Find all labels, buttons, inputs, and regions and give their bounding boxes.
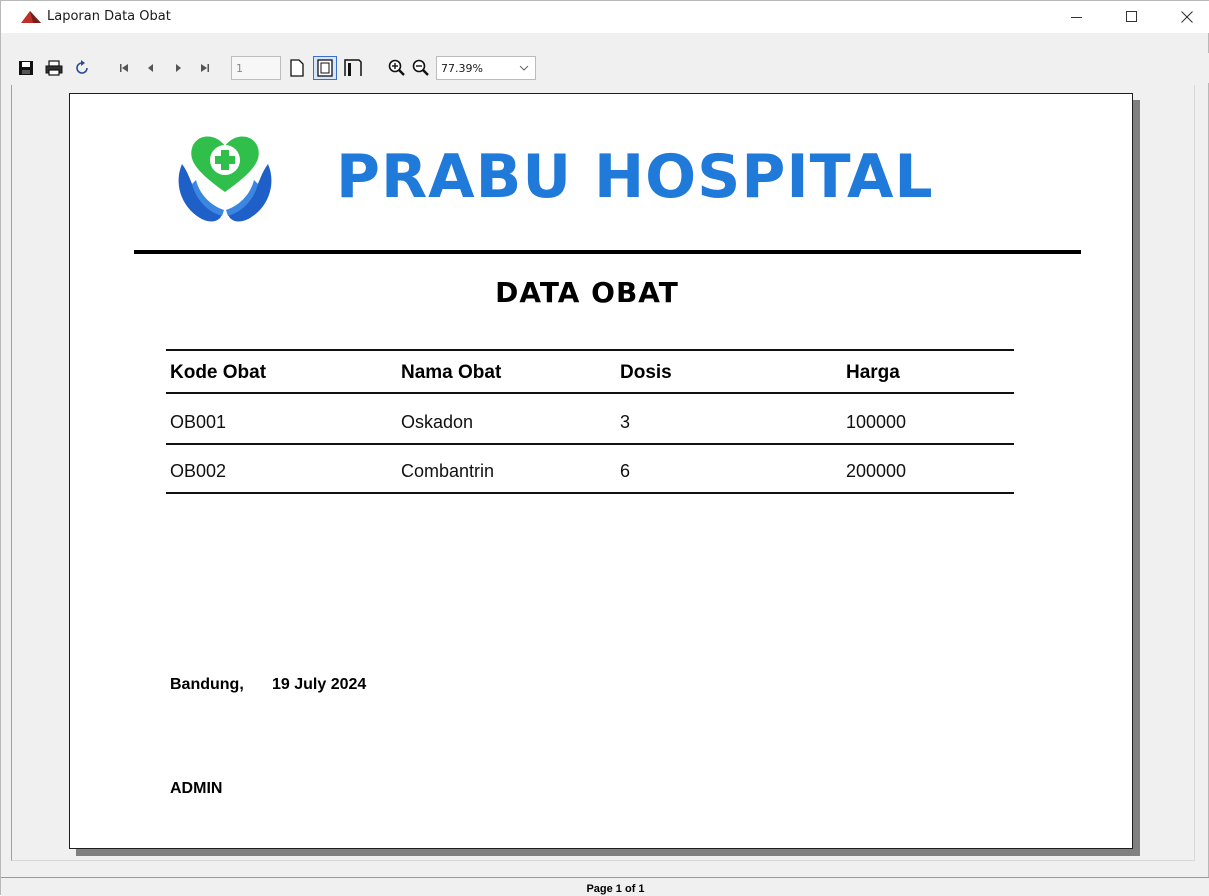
zoom-out-button[interactable] [411,58,431,78]
table-bottom-rule [166,492,1014,494]
first-page-button[interactable] [114,58,134,78]
toolbar: 1 77.39% [11,53,1209,83]
app-icon [21,11,41,23]
refresh-button[interactable] [72,58,92,78]
chevron-down-icon [519,65,529,71]
whole-page-icon [317,59,333,77]
report-page: PRABU HOSPITAL DATA OBAT Kode Obat Nama … [69,93,1133,849]
single-page-icon [290,59,304,77]
cell-nama-obat: Oskadon [401,412,474,432]
hospital-logo [178,136,272,222]
page-number-input[interactable]: 1 [231,56,281,80]
cell-harga: 100000 [846,412,907,432]
window-title: Laporan Data Obat [47,9,171,24]
zoom-select[interactable]: 77.39% [436,56,536,80]
print-button[interactable] [44,58,64,78]
zoom-out-icon [412,59,429,76]
previous-page-icon [148,64,153,72]
page-count: Page 1 of 1 [586,883,645,895]
refresh-icon [76,60,88,74]
previous-page-button[interactable] [141,58,161,78]
cell-dosis: 6 [620,461,631,481]
save-icon [19,61,33,75]
zoom-in-button[interactable] [387,58,407,78]
report-title: DATA OBAT [495,276,679,309]
next-page-icon [176,64,181,72]
minimize-icon [1071,17,1082,18]
zoom-value: 77.39% [441,62,483,75]
title-bar: Laporan Data Obat [1,1,1209,33]
minimize-button[interactable] [1048,1,1106,33]
page-width-icon [344,59,362,76]
cell-harga: 200000 [846,461,907,481]
print-icon [45,60,63,76]
footer-date: 19 July 2024 [272,676,367,693]
column-header-harga: Harga [846,362,900,383]
single-page-button[interactable] [287,58,307,78]
column-header-nama-obat: Nama Obat [401,362,502,383]
cell-nama-obat: Combantrin [401,461,495,481]
close-icon [1181,11,1193,23]
header-divider [134,250,1081,254]
last-page-icon [201,64,209,72]
table-top-rule [166,349,1014,351]
header-bottom-rule [166,392,1014,394]
row-divider [166,443,1014,445]
column-header-dosis: Dosis [620,362,672,383]
hospital-name: PRABU HOSPITAL [336,142,934,212]
cell-kode-obat: OB002 [170,461,227,481]
last-page-button[interactable] [195,58,215,78]
close-button[interactable] [1158,1,1209,33]
next-page-button[interactable] [168,58,188,78]
cell-kode-obat: OB001 [170,412,227,432]
whole-page-button[interactable] [313,56,337,80]
page-width-button[interactable] [343,58,363,78]
maximize-button[interactable] [1103,1,1161,33]
save-button[interactable] [16,58,36,78]
footer-signatory: ADMIN [170,780,223,797]
column-header-kode-obat: Kode Obat [170,362,267,383]
maximize-icon [1126,11,1137,22]
first-page-icon [120,64,128,72]
cell-dosis: 3 [620,412,631,432]
zoom-in-icon [388,59,405,76]
footer-place: Bandung, [170,676,244,693]
status-bar: Page 1 of 1 [1,877,1209,896]
report-viewer-window: Laporan Data Obat 1 77.39% PRABU HOSPITA… [0,0,1209,896]
